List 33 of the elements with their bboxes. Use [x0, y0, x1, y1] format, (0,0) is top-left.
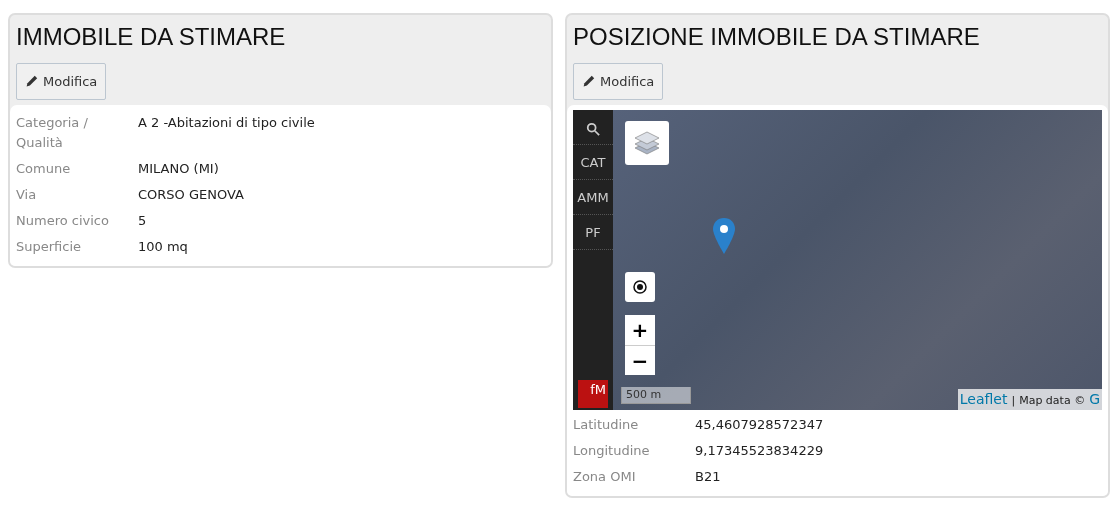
locate-button[interactable]: [625, 272, 655, 303]
field-label: Latitudine: [573, 416, 640, 435]
field-label: Via: [16, 186, 38, 205]
field-label: Numero civico: [16, 212, 110, 231]
field-value: 5: [138, 212, 148, 231]
map-scale: 500 m: [621, 386, 691, 405]
edit-button[interactable]: Modifica: [573, 62, 664, 101]
locate-icon: [633, 280, 647, 295]
edit-button[interactable]: Modifica: [16, 62, 107, 101]
field-value: CORSO GENOVA: [138, 186, 245, 205]
field-label: Longitudine: [573, 442, 651, 461]
zoom-out-button[interactable]: −: [625, 345, 655, 376]
field-value: A 2 -Abitazioni di tipo civile: [138, 114, 316, 133]
field-value: 9,17345523834229: [695, 442, 825, 461]
panel-title: POSIZIONE IMMOBILE DA STIMARE: [573, 23, 981, 52]
layers-button[interactable]: [625, 121, 669, 166]
field-value: 45,4607928572347: [695, 416, 825, 435]
field-label: Superficie: [16, 238, 83, 257]
pencil-icon: [582, 75, 595, 89]
attribution-text: Map data ©: [1019, 393, 1086, 410]
field-label: Comune: [16, 160, 72, 179]
attribution-separator: |: [1011, 393, 1016, 410]
field-value: 100 mq: [138, 238, 189, 257]
field-label: Categoria / Qualità: [16, 114, 89, 153]
app-logo: fM: [578, 380, 608, 409]
field-value: MILANO (MI): [138, 160, 220, 179]
field-value: B21: [695, 468, 722, 487]
pencil-icon: [25, 75, 38, 89]
field-label: Zona OMI: [573, 468, 637, 487]
panel-title: IMMOBILE DA STIMARE: [16, 23, 287, 52]
search-icon[interactable]: [586, 121, 600, 136]
map-marker-icon[interactable]: [712, 217, 736, 256]
layers-icon: [633, 130, 661, 157]
